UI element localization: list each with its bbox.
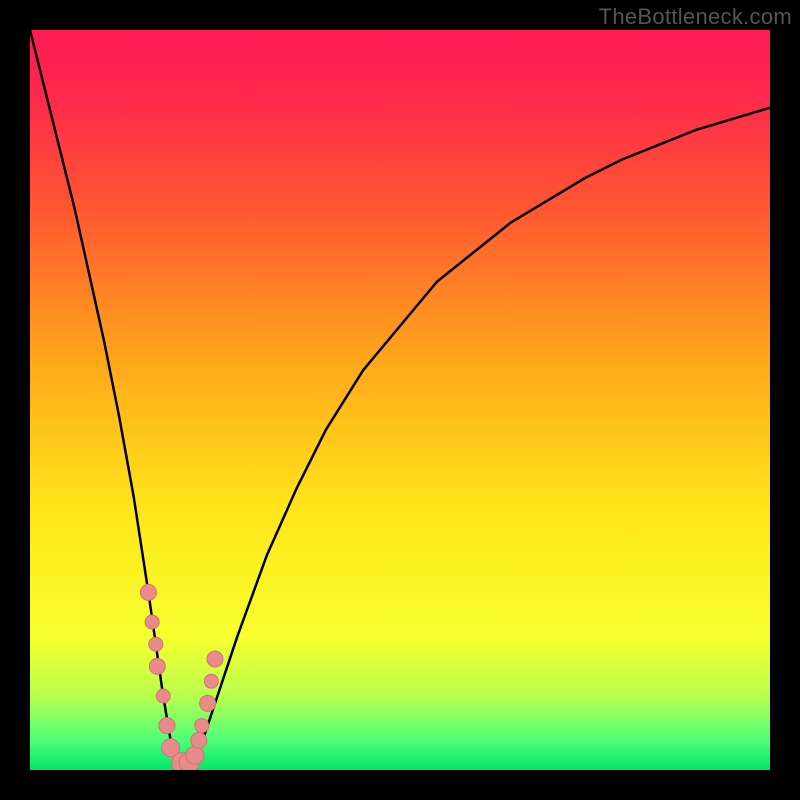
marker-dot — [207, 651, 223, 667]
marker-dot — [156, 689, 170, 703]
marker-dot — [200, 695, 216, 711]
marker-dot — [186, 746, 204, 764]
plot-area — [30, 30, 770, 770]
marker-dot — [195, 719, 209, 733]
chart-frame: TheBottleneck.com — [0, 0, 800, 800]
marker-dot — [191, 732, 207, 748]
watermark-text: TheBottleneck.com — [599, 4, 792, 30]
marker-dot — [149, 637, 163, 651]
marker-dot — [149, 658, 165, 674]
marker-dot — [140, 584, 156, 600]
gradient-background — [30, 30, 770, 770]
chart-svg — [30, 30, 770, 770]
marker-dot — [159, 718, 175, 734]
marker-dot — [145, 615, 159, 629]
marker-dot — [204, 674, 218, 688]
